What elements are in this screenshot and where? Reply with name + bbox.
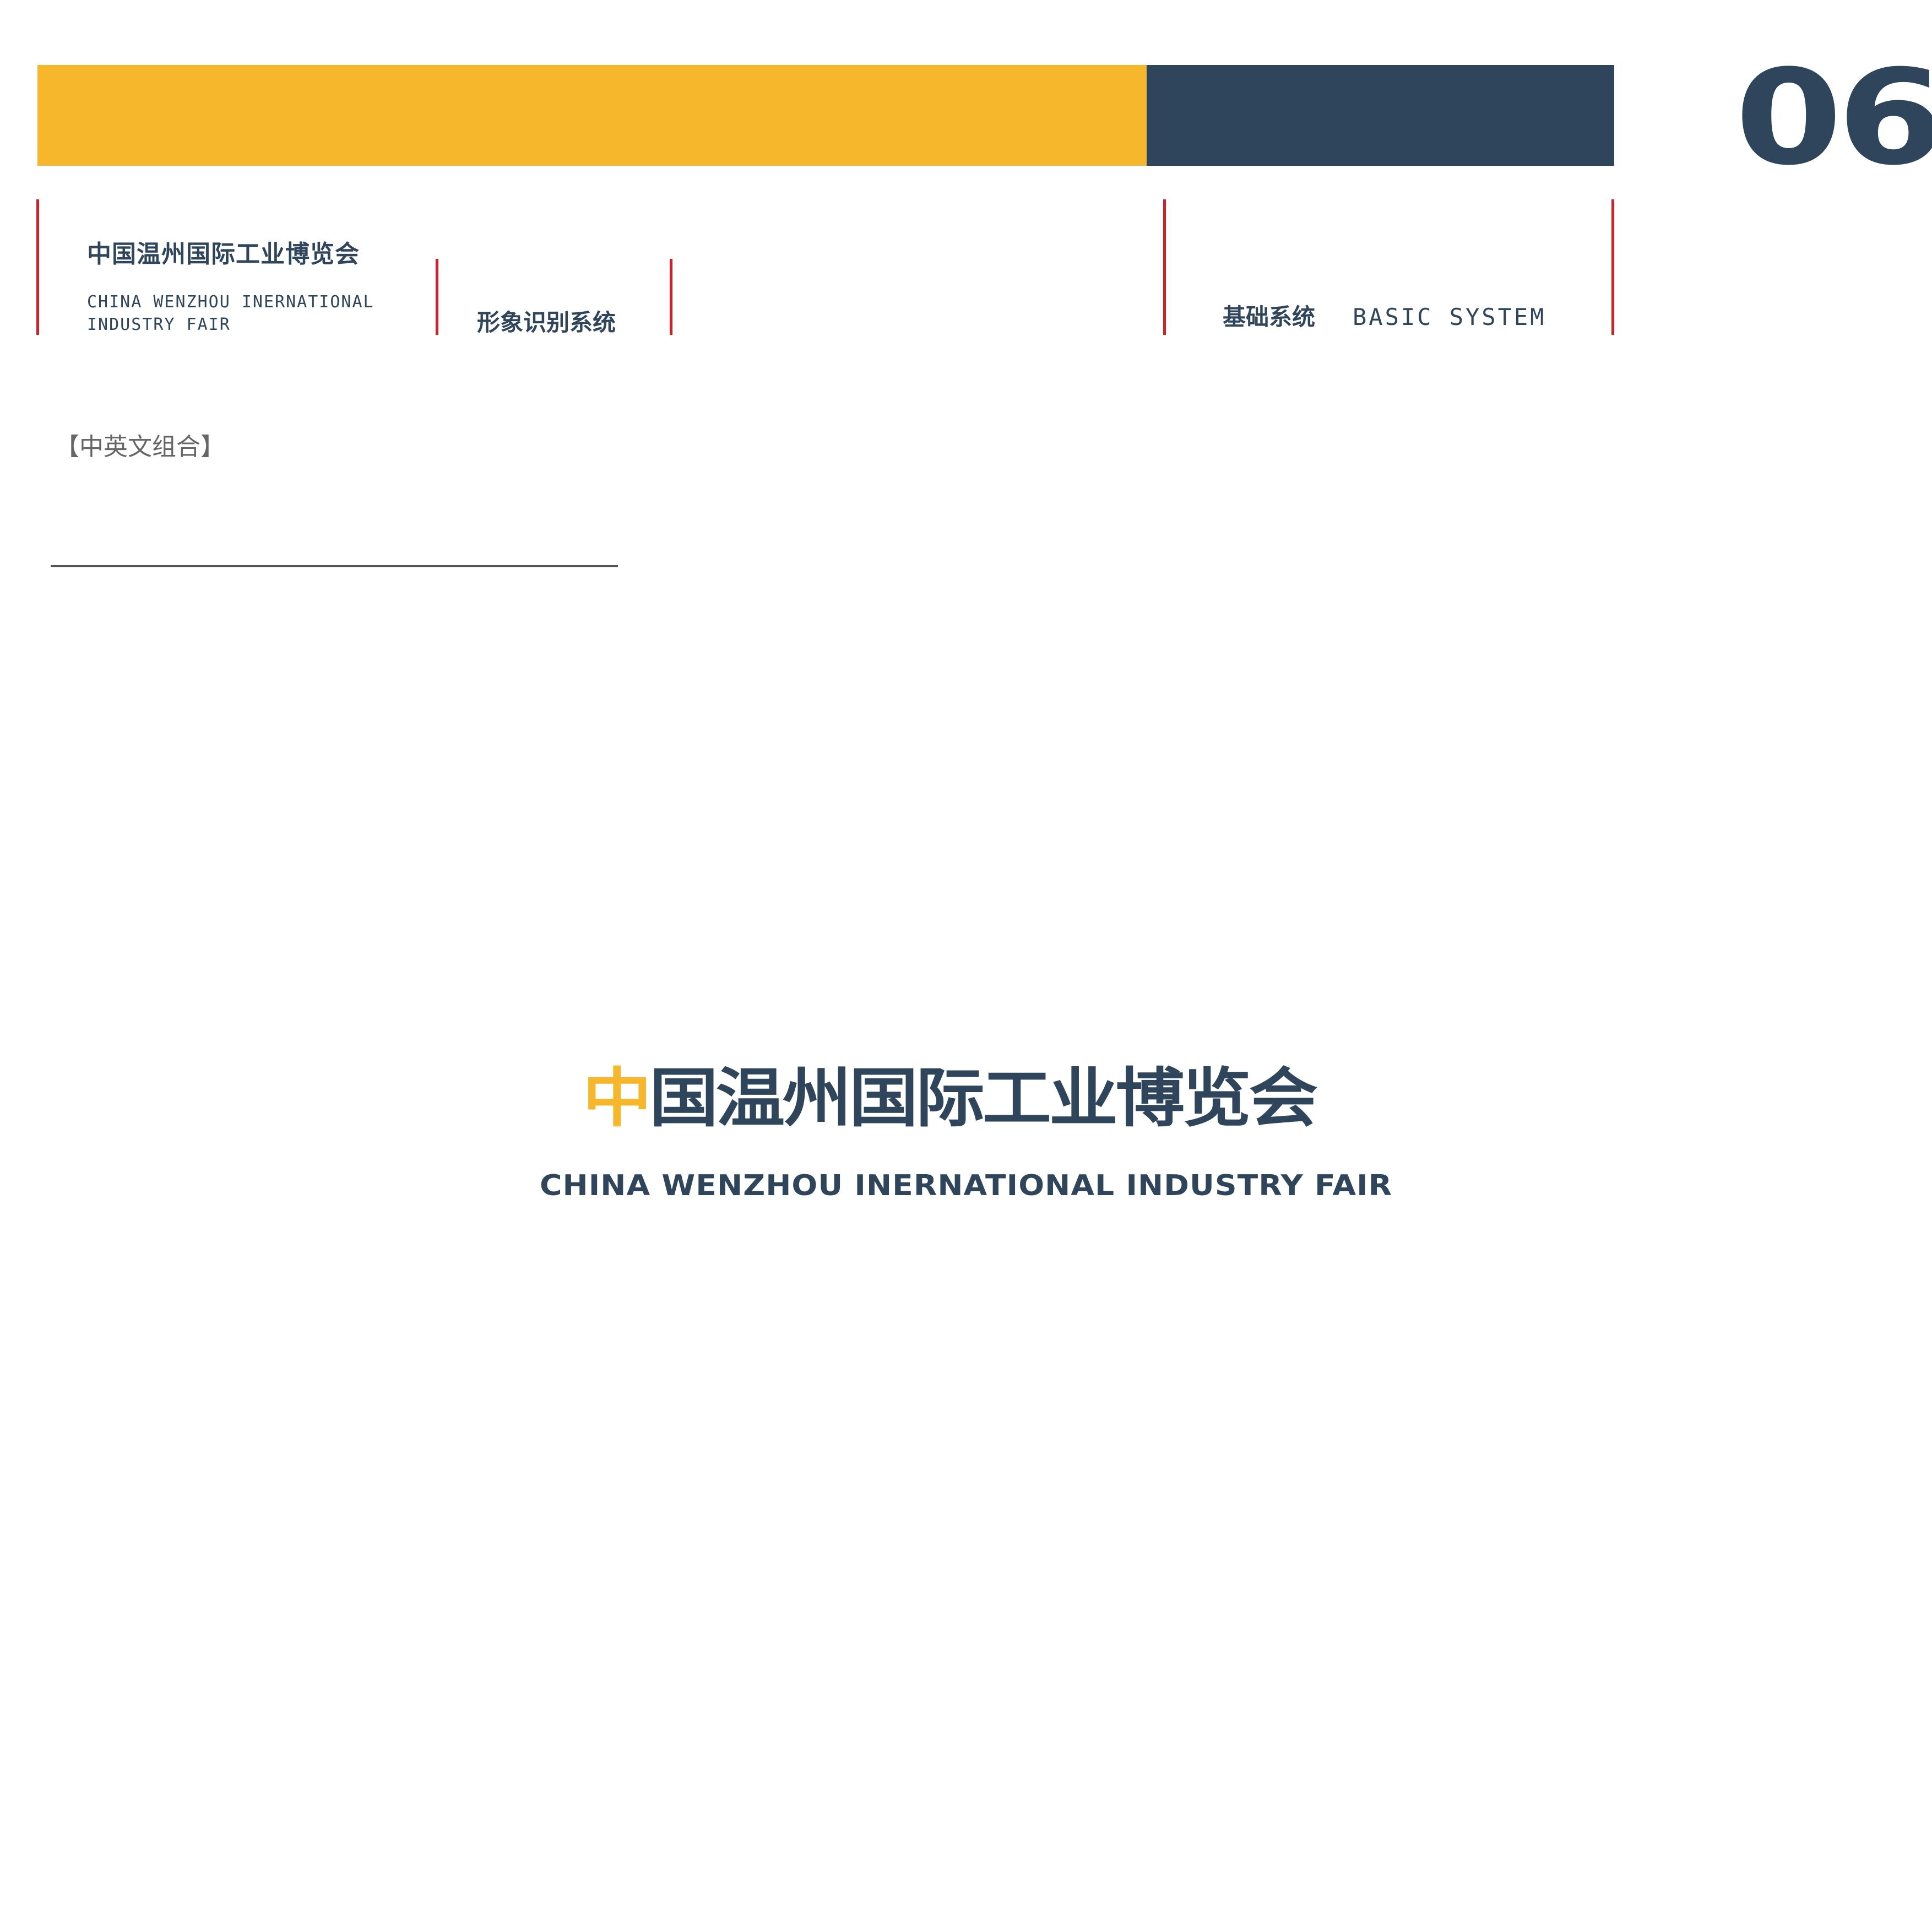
- fair-name-cn: 中国温州国际工业博览会: [87, 240, 360, 268]
- divider-rule: [670, 259, 672, 335]
- logo-wordmark-cn: 中国温州国际工业博览会: [583, 1061, 1318, 1136]
- header-bar-navy: [1147, 65, 1614, 166]
- page-number: 06: [1735, 42, 1932, 194]
- content-label: 【中英文组合】: [55, 433, 225, 461]
- divider-rule: [1163, 199, 1166, 335]
- section-title-cn: 形象识别系统: [477, 309, 616, 336]
- fair-name-en-line2: INDUSTRY FAIR: [87, 315, 231, 334]
- fair-name-en: CHINA WENZHOU INERNATIONAL INDUSTRY FAIR: [87, 291, 395, 336]
- logo-wordmark-en: CHINA WENZHOU INERNATIONAL INDUSTRY FAIR: [540, 1169, 1393, 1202]
- divider-rule: [1611, 199, 1614, 335]
- divider-rule: [36, 199, 39, 335]
- header-bar-yellow: [37, 65, 1147, 166]
- fair-name-en-line1: CHINA WENZHOU INERNATIONAL: [87, 292, 375, 312]
- logo-wordmark-cn-rest: 国温州国际工业博览会: [649, 1061, 1318, 1136]
- subsection-title-en: BASIC SYSTEM: [1353, 303, 1546, 330]
- divider-rule: [436, 259, 438, 335]
- logo-wordmark-cn-accent: 中: [583, 1061, 652, 1136]
- subsection-title-cn: 基础系统: [1223, 303, 1316, 330]
- content-label-underline: [51, 565, 618, 567]
